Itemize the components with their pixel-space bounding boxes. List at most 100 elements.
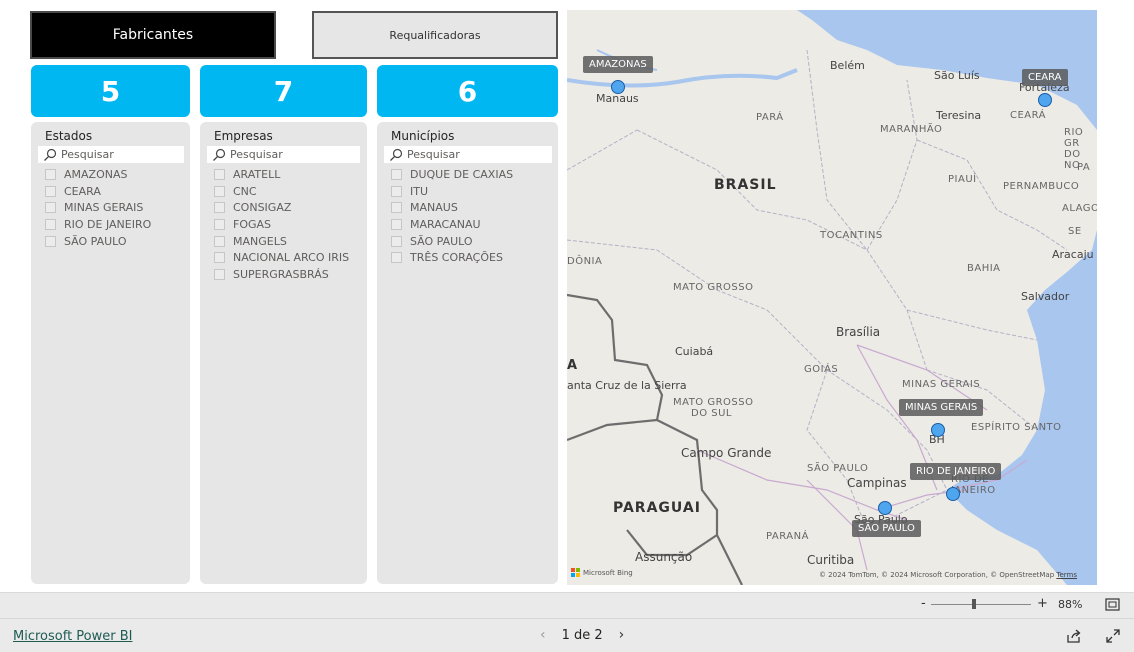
- slicer-item[interactable]: ITU: [391, 183, 513, 200]
- map-label: BAHIA: [967, 263, 1001, 274]
- tab-fabricantes[interactable]: Fabricantes: [30, 11, 276, 59]
- map-label: Salvador: [1021, 290, 1070, 303]
- slicer-item-label: ITU: [410, 184, 429, 198]
- slicer-item[interactable]: MARACANAU: [391, 216, 513, 233]
- share-icon[interactable]: [1066, 628, 1082, 644]
- slicer-municipios: Municípios Pesquisar DUQUE DE CAXIAS ITU M…: [377, 122, 558, 584]
- slicer-item[interactable]: CNC: [214, 183, 349, 200]
- slicer-item-label: DUQUE DE CAXIAS: [410, 167, 514, 181]
- slicer-item[interactable]: CEARA: [45, 183, 151, 200]
- next-page-button[interactable]: ›: [619, 627, 625, 643]
- zoom-slider-thumb[interactable]: [972, 599, 976, 609]
- kpi-empresas-count: 7: [200, 65, 367, 117]
- slicer-item[interactable]: MANAUS: [391, 199, 513, 216]
- slicer-item-label: NACIONAL ARCO IRIS: [233, 251, 350, 265]
- slicer-item[interactable]: ARATELL: [214, 166, 349, 183]
- map-marker-sao-paulo[interactable]: [878, 501, 892, 515]
- checkbox[interactable]: [45, 235, 56, 247]
- checkbox[interactable]: [214, 268, 225, 280]
- map-tooltip-sao-paulo[interactable]: SÃO PAULO: [852, 520, 921, 537]
- checkbox[interactable]: [391, 218, 402, 230]
- slicer-title: Municípios: [391, 129, 455, 143]
- slicer-item[interactable]: NACIONAL ARCO IRIS: [214, 249, 349, 266]
- slicer-empresas: Empresas Pesquisar ARATELL CNC CONSIGAZ FOG…: [200, 122, 367, 584]
- map-label: Campo Grande: [681, 446, 772, 460]
- kpi-estados-count: 5: [31, 65, 190, 117]
- map-marker-minas-gerais[interactable]: [931, 423, 945, 437]
- slicer-item-label: ARATELL: [233, 167, 281, 181]
- page-navigator: ‹ 1 de 2 ›: [540, 627, 624, 643]
- map-tooltip-ceara[interactable]: CEARA: [1022, 69, 1068, 86]
- slicer-item[interactable]: SÃO PAULO: [391, 233, 513, 250]
- slicer-item[interactable]: CONSIGAZ: [214, 199, 349, 216]
- checkbox[interactable]: [214, 202, 225, 214]
- slicer-item-label: TRÊS CORAÇÕES: [410, 251, 503, 265]
- search-input[interactable]: Pesquisar: [384, 146, 552, 163]
- checkbox[interactable]: [214, 252, 225, 264]
- map-label: Campinas: [847, 476, 907, 490]
- zoom-out-button[interactable]: -: [921, 596, 926, 611]
- map-label: PARANÁ: [766, 531, 809, 542]
- slicer-item-label: SÃO PAULO: [64, 234, 127, 248]
- footer-bar: Microsoft Power BI ‹ 1 de 2 ›: [0, 618, 1134, 652]
- slicer-item-label: CONSIGAZ: [233, 201, 292, 215]
- map-label: ESPÍRITO SANTO: [971, 422, 1062, 433]
- slicer-item[interactable]: MINAS GERAIS: [45, 199, 151, 216]
- map-marker-rio-de-janeiro[interactable]: [946, 487, 960, 501]
- slicer-list: AMAZONAS CEARA MINAS GERAIS RIO DE JANEIRO S…: [45, 166, 151, 249]
- checkbox[interactable]: [391, 168, 402, 180]
- checkbox[interactable]: [45, 218, 56, 230]
- slicer-item[interactable]: RIO DE JANEIRO: [45, 216, 151, 233]
- slicer-item[interactable]: SÃO PAULO: [45, 233, 151, 250]
- slicer-item[interactable]: SUPERGRASBRÁS: [214, 266, 349, 283]
- fit-to-page-icon[interactable]: [1105, 598, 1120, 611]
- map-marker-ceara[interactable]: [1038, 93, 1052, 107]
- zoom-slider-track[interactable]: [931, 604, 1031, 605]
- map-label: SÃO PAULO: [807, 463, 869, 474]
- checkbox[interactable]: [391, 252, 402, 264]
- map-label: ALAGOAS: [1062, 203, 1097, 214]
- tab-requalificadoras[interactable]: Requalificadoras: [312, 11, 558, 59]
- slicer-list: DUQUE DE CAXIAS ITU MANAUS MARACANAU SÃO PAU…: [391, 166, 513, 266]
- map-marker-amazonas[interactable]: [611, 80, 625, 94]
- checkbox[interactable]: [391, 235, 402, 247]
- map-tooltip-amazonas[interactable]: AMAZONAS: [583, 56, 653, 73]
- map-label: DÔNIA: [567, 256, 603, 267]
- fullscreen-icon[interactable]: [1105, 628, 1121, 644]
- slicer-item[interactable]: DUQUE DE CAXIAS: [391, 166, 513, 183]
- checkbox[interactable]: [214, 185, 225, 197]
- powerbi-link[interactable]: Microsoft Power BI: [13, 629, 132, 644]
- zoom-bar: - + 88%: [0, 592, 1134, 618]
- checkbox[interactable]: [391, 202, 402, 214]
- map-label: anta Cruz de la Sierra: [567, 379, 687, 392]
- zoom-in-button[interactable]: +: [1037, 596, 1048, 611]
- kpi-municipios-count: 6: [377, 65, 558, 117]
- map-tooltip-rio-de-janeiro[interactable]: RIO DE JANEIRO: [910, 463, 1002, 480]
- checkbox[interactable]: [214, 168, 225, 180]
- map-tooltip-minas-gerais[interactable]: MINAS GERAIS: [899, 399, 984, 416]
- zoom-level: 88%: [1058, 598, 1083, 611]
- map-label: TOCANTINS: [820, 230, 883, 241]
- bing-label: Microsoft Bing: [583, 568, 633, 577]
- checkbox[interactable]: [45, 168, 56, 180]
- slicer-item[interactable]: AMAZONAS: [45, 166, 151, 183]
- slicer-item-label: MANAUS: [410, 201, 458, 215]
- checkbox[interactable]: [45, 202, 56, 214]
- search-input[interactable]: Pesquisar: [207, 146, 360, 163]
- map-label: PERNAMBUCO: [1003, 181, 1080, 192]
- slicer-item[interactable]: MANGELS: [214, 233, 349, 250]
- slicer-item[interactable]: FOGAS: [214, 216, 349, 233]
- prev-page-button[interactable]: ‹: [540, 627, 546, 643]
- checkbox[interactable]: [214, 235, 225, 247]
- checkbox[interactable]: [45, 185, 56, 197]
- slicer-item[interactable]: TRÊS CORAÇÕES: [391, 249, 513, 266]
- checkbox[interactable]: [391, 185, 402, 197]
- terms-link[interactable]: Terms: [1056, 571, 1077, 579]
- map-label: BRASIL: [714, 177, 777, 193]
- checkbox[interactable]: [214, 218, 225, 230]
- search-input[interactable]: Pesquisar: [38, 146, 184, 163]
- map-label: A: [567, 358, 579, 373]
- map-label: Teresina: [936, 109, 982, 122]
- map-visual[interactable]: Belém São Luís Fortaleza Manaus PARÁ MAR…: [567, 10, 1097, 585]
- map-label: MINAS GERAIS: [902, 379, 981, 390]
